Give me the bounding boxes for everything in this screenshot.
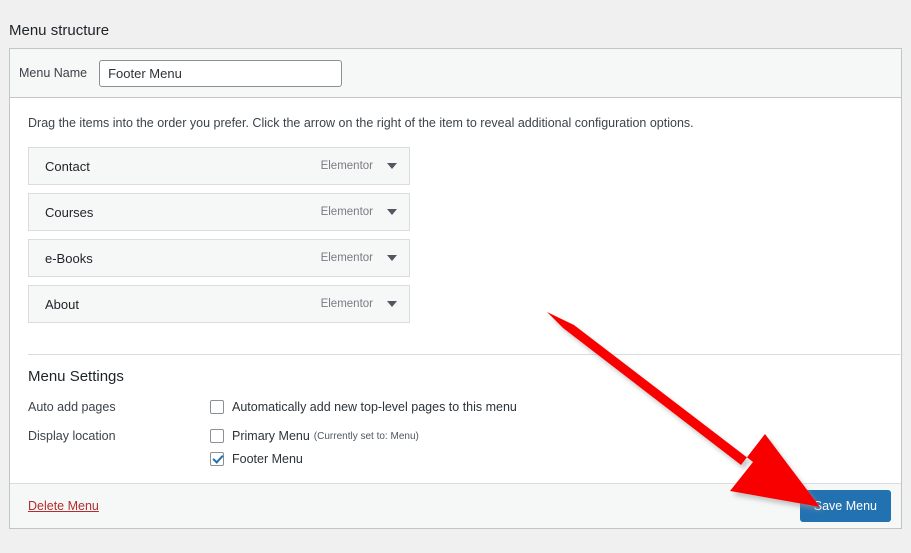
menu-name-label: Menu Name bbox=[19, 66, 88, 80]
primary-menu-label: Primary Menu bbox=[232, 429, 310, 443]
menu-item-row[interactable]: About Elementor bbox=[28, 285, 410, 323]
auto-add-pages-controls: Automatically add new top-level pages to… bbox=[210, 399, 883, 416]
display-location-label: Display location bbox=[28, 429, 116, 443]
footer-menu-checkbox[interactable] bbox=[210, 452, 224, 466]
drag-instructions-text: Drag the items into the order you prefer… bbox=[28, 116, 694, 130]
auto-add-pages-checkbox-label: Automatically add new top-level pages to… bbox=[232, 400, 517, 414]
menu-item-type: Elementor bbox=[320, 252, 373, 264]
auto-add-pages-row: Auto add pages Automatically add new top… bbox=[28, 399, 883, 416]
menu-item-row[interactable]: Contact Elementor bbox=[28, 147, 410, 185]
chevron-down-icon[interactable] bbox=[387, 160, 399, 172]
primary-menu-checkbox-line[interactable]: Primary Menu (Currently set to: Menu) bbox=[210, 428, 883, 444]
footer-menu-checkbox-line[interactable]: Footer Menu bbox=[210, 451, 883, 467]
menu-item-row[interactable]: Courses Elementor bbox=[28, 193, 410, 231]
auto-add-pages-checkbox-line[interactable]: Automatically add new top-level pages to… bbox=[210, 399, 883, 415]
menu-item-title: e-Books bbox=[45, 250, 93, 266]
delete-menu-link[interactable]: Delete Menu bbox=[28, 499, 99, 513]
primary-menu-checkbox[interactable] bbox=[210, 429, 224, 443]
display-location-row: Display location Primary Menu (Currently… bbox=[28, 428, 883, 467]
menu-item-title: Courses bbox=[45, 204, 94, 220]
section-divider bbox=[28, 354, 903, 355]
menu-item-row[interactable]: e-Books Elementor bbox=[28, 239, 410, 277]
menu-structure-panel: Menu Name Drag the items into the order … bbox=[9, 48, 903, 529]
menu-name-input[interactable] bbox=[99, 59, 343, 87]
menu-item-title: About bbox=[45, 296, 79, 312]
menu-settings-title: Menu Settings bbox=[28, 368, 124, 385]
chevron-down-icon[interactable] bbox=[387, 252, 399, 264]
menu-item-type: Elementor bbox=[320, 298, 373, 310]
save-menu-button[interactable]: Save Menu bbox=[799, 489, 891, 523]
menu-items-list: Contact Elementor Courses Elementor e-Bo… bbox=[10, 131, 410, 323]
menu-item-type: Elementor bbox=[320, 206, 373, 218]
menu-item-title: Contact bbox=[45, 158, 90, 174]
auto-add-pages-label: Auto add pages bbox=[28, 400, 116, 414]
menu-settings-section: Menu Settings Auto add pages Automatical… bbox=[28, 367, 883, 467]
menu-item-type: Elementor bbox=[320, 160, 373, 172]
auto-add-pages-checkbox[interactable] bbox=[210, 400, 224, 414]
chevron-down-icon[interactable] bbox=[387, 298, 399, 310]
display-location-controls: Primary Menu (Currently set to: Menu) Fo… bbox=[210, 428, 883, 467]
footer-menu-label: Footer Menu bbox=[232, 452, 303, 466]
panel-footer-bar: Delete Menu Save Menu bbox=[10, 483, 901, 528]
page-title: Menu structure bbox=[9, 22, 110, 39]
menu-name-row: Menu Name bbox=[10, 49, 901, 98]
chevron-down-icon[interactable] bbox=[387, 206, 399, 218]
primary-menu-current-note: (Currently set to: Menu) bbox=[313, 430, 419, 442]
